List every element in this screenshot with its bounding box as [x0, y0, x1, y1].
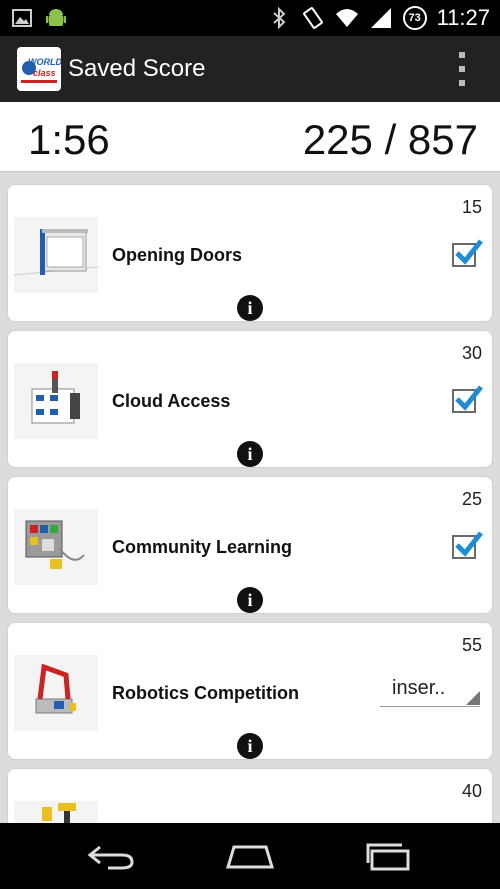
navigation-bar [0, 823, 500, 889]
mission-image [14, 655, 98, 731]
mission-card-opening-doors: 15 Opening Doors i [7, 184, 493, 322]
signal-icon [370, 8, 391, 28]
info-icon[interactable]: i [237, 733, 263, 759]
spinner-value: inser.. [392, 677, 446, 699]
mission-checkbox[interactable] [452, 239, 483, 267]
mission-points: 15 [461, 197, 482, 217]
checkmark-icon [455, 531, 483, 557]
info-icon[interactable]: i [237, 295, 263, 321]
score-header: 1:56 225 / 857 [0, 102, 500, 172]
image-icon [12, 9, 32, 27]
mission-spinner[interactable]: inser.. [380, 675, 480, 707]
mission-checkbox[interactable] [452, 385, 483, 413]
score-display: 225 / 857 [302, 116, 478, 163]
mission-name: Robotics Competition [112, 683, 299, 703]
home-icon[interactable] [224, 841, 276, 871]
mission-checkbox[interactable] [452, 531, 483, 559]
mission-image [14, 363, 98, 439]
app-logo-icon[interactable]: WORLD class [17, 47, 61, 91]
android-icon [46, 9, 66, 26]
vibrate-icon [302, 7, 323, 29]
mission-name: Opening Doors [112, 245, 242, 265]
status-clock: 11:27 [436, 5, 490, 30]
mission-name: Cloud Access [112, 391, 231, 411]
mission-image [14, 509, 98, 585]
mission-card-partial: 40 [7, 768, 493, 823]
checkmark-icon [455, 239, 483, 265]
mission-card-robotics-competition: 55 Robotics Competition inser.. i [7, 622, 493, 760]
app-title: Saved Score [68, 55, 206, 82]
status-bar: 73 11:27 [0, 0, 500, 36]
overflow-menu-icon[interactable] [454, 52, 470, 86]
wifi-icon [335, 9, 358, 27]
info-icon[interactable]: i [237, 441, 263, 467]
battery-icon: 73 [402, 6, 427, 30]
mission-card-community-learning: 25 Community Learning i [7, 476, 493, 614]
timer-display: 1:56 [28, 116, 110, 163]
mission-image [14, 217, 98, 293]
bluetooth-icon [272, 6, 286, 30]
checkmark-icon [455, 385, 483, 411]
mission-points: 55 [461, 635, 482, 655]
recent-apps-icon[interactable] [362, 841, 414, 871]
mission-points: 25 [461, 489, 482, 509]
mission-points: 30 [461, 343, 482, 363]
action-bar: WORLD class Saved Score [0, 36, 500, 102]
back-icon[interactable] [86, 841, 138, 871]
mission-image [14, 801, 98, 823]
dropdown-arrow-icon [466, 691, 480, 705]
mission-points: 40 [461, 781, 482, 801]
mission-card-cloud-access: 30 Cloud Access i [7, 330, 493, 468]
mission-name: Community Learning [112, 537, 293, 557]
mission-list[interactable]: 15 Opening Doors i 30 Cloud Access i 25 … [0, 172, 500, 823]
info-icon[interactable]: i [237, 587, 263, 613]
